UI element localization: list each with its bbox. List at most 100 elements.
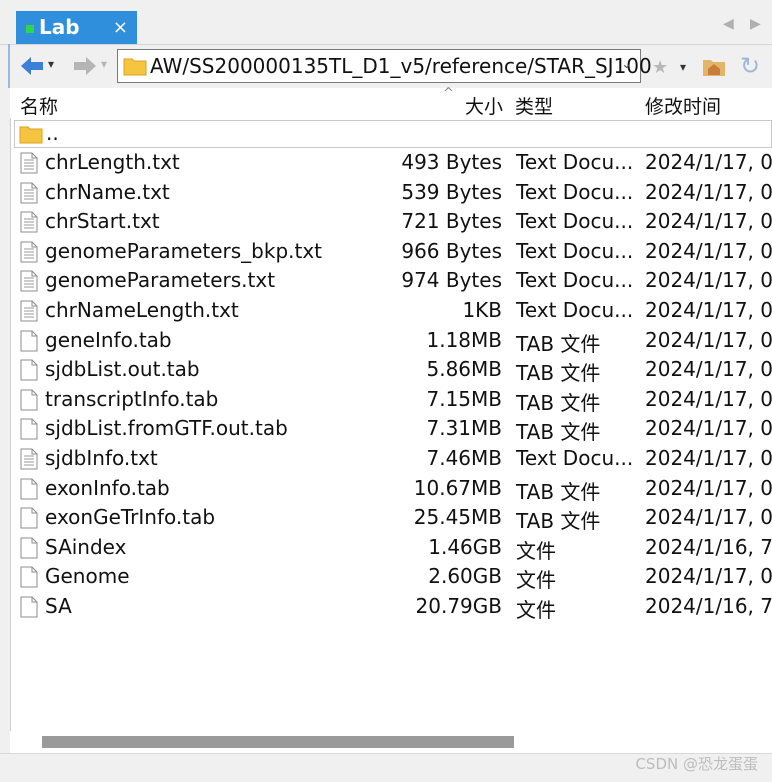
forward-history-dropdown[interactable]: ▾ <box>101 57 107 71</box>
file-row[interactable]: chrNameLength.txt 1KB Text Docu... 2024/1/1… <box>14 297 772 326</box>
file-row[interactable]: SA 20.79GB 文件 2024/1/16, 7:4 <box>14 593 772 622</box>
file-row[interactable]: sjdbList.out.tab 5.86MB TAB 文件 2024/1/17, 0… <box>14 356 772 385</box>
file-name: genomeParameters_bkp.txt <box>45 238 323 263</box>
file-name: sjdbInfo.txt <box>45 446 158 470</box>
file-type: TAB 文件 <box>516 420 601 445</box>
file-size: 10.67MB <box>413 475 502 500</box>
close-tab-icon[interactable]: × <box>113 17 128 38</box>
text-file-icon <box>20 270 38 292</box>
text-file-icon <box>20 448 38 470</box>
tab-scroll-left-icon[interactable]: ◀ <box>723 16 734 32</box>
blank-file-icon <box>20 478 38 500</box>
blank-file-icon <box>20 566 38 588</box>
path-text: AW/SS200000135TL_D1_v5/reference/STAR_SJ… <box>150 54 652 78</box>
file-type: TAB 文件 <box>516 509 601 534</box>
path-dropdown-icon[interactable]: ⌄ <box>621 57 632 72</box>
file-name: transcriptInfo.tab <box>45 386 219 411</box>
file-modified: 2024/1/17, 0:0 <box>645 327 772 352</box>
sort-indicator-icon: ^ <box>443 86 454 101</box>
file-row[interactable]: exonInfo.tab 10.67MB TAB 文件 2024/1/17, 0:0 <box>14 475 772 504</box>
file-modified: 2024/1/17, 0:0 <box>645 268 772 293</box>
parent-directory-row[interactable]: .. <box>14 120 772 148</box>
file-size: 1KB <box>462 298 502 322</box>
file-name: sjdbList.fromGTF.out.tab <box>45 416 288 441</box>
file-size: 966 Bytes <box>401 238 502 263</box>
file-row[interactable]: genomeParameters_bkp.txt 966 Bytes Text Do… <box>14 238 772 267</box>
file-type: TAB 文件 <box>516 361 601 386</box>
folder-icon <box>19 126 43 144</box>
column-type[interactable]: 类型 <box>515 92 553 119</box>
file-modified: 2024/1/17, 0:0 <box>645 475 772 500</box>
file-row[interactable]: Genome 2.60GB 文件 2024/1/17, 0:0 <box>14 563 772 592</box>
file-row[interactable]: genomeParameters.txt 974 Bytes Text Docu..… <box>14 267 772 296</box>
bookmark-icon[interactable]: ★ <box>652 57 668 78</box>
text-file-icon <box>20 241 38 263</box>
horizontal-scroll-thumb[interactable] <box>42 736 514 748</box>
column-name[interactable]: 名称 <box>20 92 58 119</box>
parent-directory-label: .. <box>46 121 59 145</box>
file-name: SAindex <box>45 534 127 559</box>
path-input[interactable]: AW/SS200000135TL_D1_v5/reference/STAR_SJ… <box>117 49 652 83</box>
file-modified: 2024/1/17, 0:0 <box>645 416 772 441</box>
file-type: Text Docu... <box>516 179 634 204</box>
tab-label: Lab <box>39 15 80 39</box>
file-name: chrStart.txt <box>45 209 160 234</box>
file-name: geneInfo.tab <box>45 327 172 352</box>
back-arrow-icon[interactable] <box>19 55 45 77</box>
file-type: 文件 <box>516 568 556 593</box>
file-type: Text Docu... <box>516 238 634 263</box>
file-name: chrLength.txt <box>45 150 180 174</box>
bookmark-dropdown[interactable]: ▾ <box>680 60 686 74</box>
file-row[interactable]: transcriptInfo.tab 7.15MB TAB 文件 2024/1/17,… <box>14 386 772 415</box>
forward-arrow-icon[interactable] <box>72 55 98 77</box>
file-size: 539 Bytes <box>401 179 502 204</box>
file-size: 25.45MB <box>413 505 502 530</box>
column-modified[interactable]: 修改时间 <box>645 92 721 119</box>
file-size: 20.79GB <box>415 594 502 618</box>
file-type: Text Docu... <box>516 209 634 234</box>
blank-file-icon <box>20 507 38 529</box>
tab-lab[interactable]: Lab × <box>16 11 137 44</box>
blank-file-icon <box>20 596 38 618</box>
file-row[interactable]: SAindex 1.46GB 文件 2024/1/16, 7:2 <box>14 534 772 563</box>
file-size: 7.46MB <box>426 446 502 470</box>
file-row[interactable]: chrName.txt 539 Bytes Text Docu... 2024/1/1… <box>14 179 772 208</box>
back-history-dropdown[interactable]: ▾ <box>48 57 54 71</box>
blank-file-icon <box>20 418 38 440</box>
connection-status-icon <box>26 25 34 33</box>
file-modified: 2024/1/17, 0:1 <box>645 505 772 530</box>
text-file-icon <box>20 211 38 233</box>
file-row[interactable]: chrLength.txt 493 Bytes Text Docu... 2024/1… <box>14 149 772 178</box>
file-type: 文件 <box>516 598 556 622</box>
file-modified: 2024/1/17, 0:0 <box>645 298 772 322</box>
file-size: 7.15MB <box>426 386 502 411</box>
file-type: TAB 文件 <box>516 390 601 415</box>
file-row[interactable]: exonGeTrInfo.tab 25.45MB TAB 文件 2024/1/17, … <box>14 504 772 533</box>
tab-scroll-right-icon[interactable]: ▶ <box>750 16 761 32</box>
file-size: 974 Bytes <box>401 268 502 293</box>
file-modified: 2024/1/17, 0:0 <box>645 179 772 204</box>
home-folder-icon[interactable] <box>702 55 726 77</box>
blank-file-icon <box>20 537 38 559</box>
folder-icon <box>123 58 147 76</box>
file-size: 1.46GB <box>428 534 502 559</box>
file-row[interactable]: sjdbList.fromGTF.out.tab 7.31MB TAB 文件 2024… <box>14 415 772 444</box>
refresh-icon[interactable]: ↻ <box>740 52 760 80</box>
file-modified: 2024/1/17, 0:0 <box>645 357 772 382</box>
blank-file-icon <box>20 389 38 411</box>
file-size: 2.60GB <box>428 564 502 589</box>
file-modified: 2024/1/17, 0:0 <box>645 386 772 411</box>
file-size: 493 Bytes <box>401 150 502 174</box>
file-name: sjdbList.out.tab <box>45 357 200 382</box>
file-type: Text Docu... <box>516 298 634 322</box>
column-size[interactable]: 大小 <box>465 92 503 119</box>
file-row[interactable]: sjdbInfo.txt 7.46MB Text Docu... 2024/1/17,… <box>14 445 772 474</box>
text-file-icon <box>20 300 38 322</box>
file-type: TAB 文件 <box>516 331 601 356</box>
file-type: Text Docu... <box>516 446 634 470</box>
file-modified: 2024/1/17, 0:0 <box>645 564 772 589</box>
file-name: genomeParameters.txt <box>45 268 276 293</box>
file-modified: 2024/1/17, 0:0 <box>645 150 772 174</box>
file-row[interactable]: chrStart.txt 721 Bytes Text Docu... 2024/1/… <box>14 208 772 237</box>
file-row[interactable]: geneInfo.tab 1.18MB TAB 文件 2024/1/17, 0:0 <box>14 327 772 356</box>
